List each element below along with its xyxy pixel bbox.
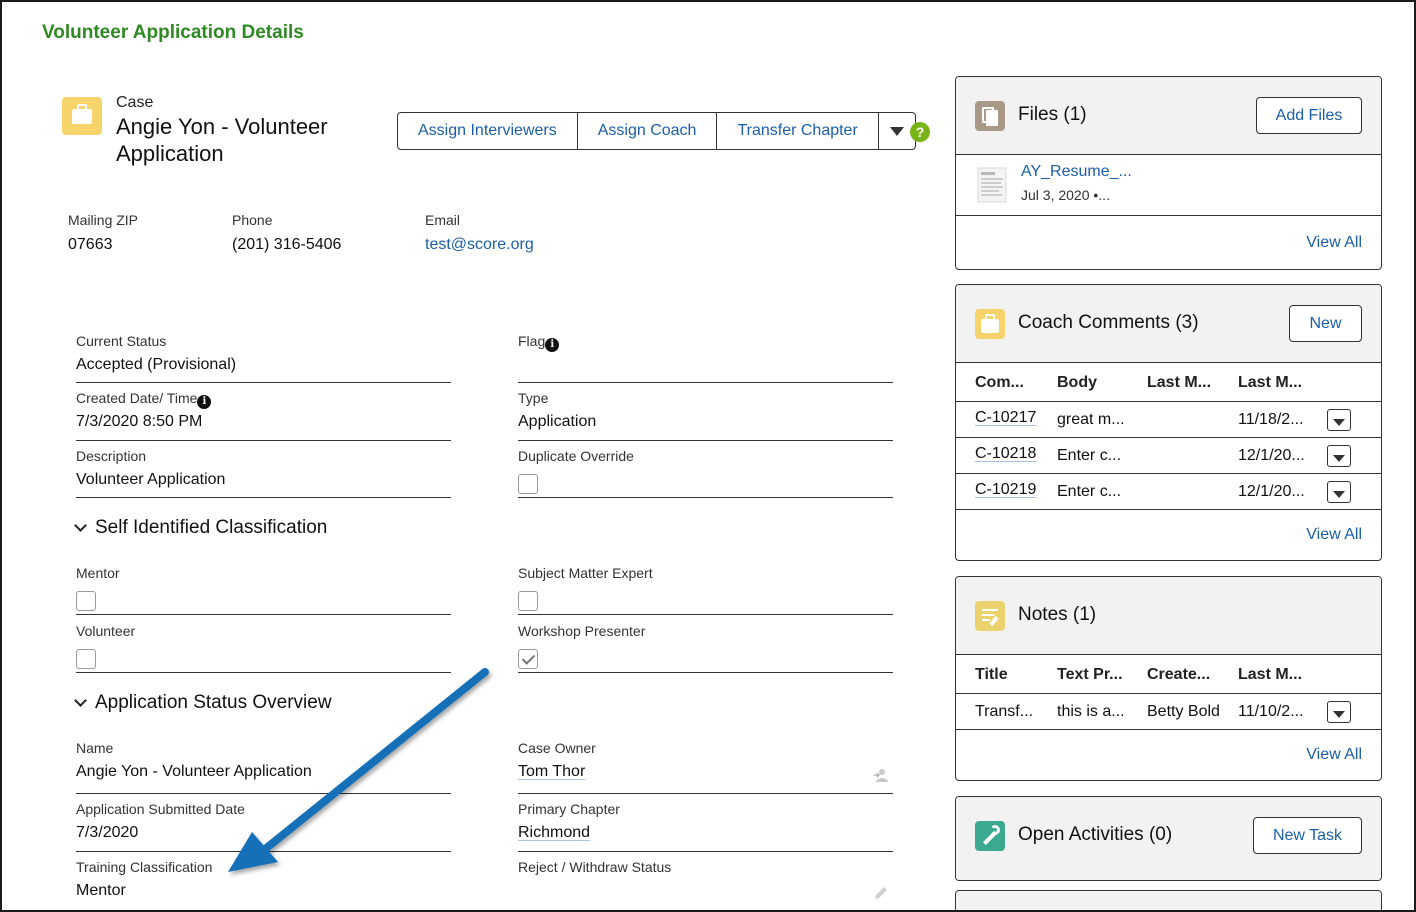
comment-id-link[interactable]: C-10218 [975,445,1036,463]
notes-card: Notes (1) Title Text Pr... Create... Las… [955,576,1382,781]
coach-table-header: Com... Body Last M... Last M... [956,364,1381,402]
open-activities-card: Open Activities (0) New Task [955,796,1382,881]
comment-body: Enter c... [1057,483,1122,500]
column-header[interactable]: Text Pr... [1057,666,1123,684]
table-row: Transf... this is a... Betty Bold 11/10/… [956,694,1381,730]
comment-last-modified: 12/1/20... [1238,447,1305,464]
chevron-down-icon [1333,419,1345,426]
new-comment-button[interactable]: New [1289,305,1362,342]
column-header[interactable]: Com... [975,374,1024,392]
document-thumbnail-icon [977,167,1007,203]
note-created-by-link[interactable]: Betty Bold [1147,703,1220,721]
chevron-down-icon [1333,491,1345,498]
new-task-button[interactable]: New Task [1253,817,1362,854]
comment-last-modified: 11/18/2... [1238,411,1304,428]
comment-body: Enter c... [1057,447,1122,464]
comment-id-link[interactable]: C-10219 [975,481,1036,499]
note-text-preview: this is a... [1057,703,1125,720]
note-last-modified: 11/10/2... [1238,703,1304,720]
notes-card-title: Notes (1) [1018,604,1097,625]
table-row: C-10218 Enter c... 12/1/20... [956,438,1381,474]
file-meta: Jul 3, 2020 •... [1021,187,1110,203]
column-header[interactable]: Last M... [1238,374,1302,392]
row-actions-button[interactable] [1327,445,1351,467]
file-row: AY_Resume_... Jul 3, 2020 •... [956,156,1381,216]
row-actions-button[interactable] [1327,701,1351,723]
coach-comments-card: Coach Comments (3) New Com... Body Last … [955,284,1382,561]
comment-id-link[interactable]: C-10217 [975,409,1036,427]
comment-last-modified: 12/1/20... [1238,483,1305,500]
notes-view-all-link[interactable]: View All [1306,746,1362,764]
files-card-header: Files (1) Add Files [956,77,1381,155]
chevron-down-icon [1333,711,1345,718]
notes-table-header: Title Text Pr... Create... Last M... [956,656,1381,694]
note-title-link[interactable]: Transf... [975,703,1033,721]
coach-view-all-link[interactable]: View All [1306,526,1362,544]
screenshot-frame: Volunteer Application Details Case Angie… [0,0,1416,912]
file-name-link[interactable]: AY_Resume_... [1021,163,1132,181]
wrench-icon [975,821,1005,851]
files-card: Files (1) Add Files AY_Resume_... Jul 3,… [955,76,1382,270]
column-header[interactable]: Body [1057,374,1097,392]
column-header[interactable]: Title [975,666,1008,684]
files-view-all-link[interactable]: View All [1306,234,1362,252]
column-header[interactable]: Create... [1147,666,1210,684]
chevron-down-icon [1333,455,1345,462]
row-actions-button[interactable] [1327,409,1351,431]
column-header[interactable]: Last M... [1147,374,1211,392]
row-actions-button[interactable] [1327,481,1351,503]
notes-card-header: Notes (1) [956,577,1381,655]
next-card-header [956,891,1381,910]
files-icon [975,101,1005,131]
coach-comments-title: Coach Comments (3) [1018,312,1199,333]
files-card-title: Files (1) [1018,104,1087,125]
coach-comments-header: Coach Comments (3) New [956,285,1381,363]
add-files-button[interactable]: Add Files [1256,97,1362,134]
notes-icon [975,601,1005,631]
table-row: C-10217 great m... 11/18/2... [956,402,1381,438]
open-activities-header: Open Activities (0) New Task [956,797,1381,880]
comment-body: great m... [1057,411,1125,428]
next-card [955,890,1382,910]
case-icon [975,309,1005,339]
column-header[interactable]: Last M... [1238,666,1302,684]
open-activities-title: Open Activities (0) [1018,824,1173,845]
table-row: C-10219 Enter c... 12/1/20... [956,474,1381,510]
